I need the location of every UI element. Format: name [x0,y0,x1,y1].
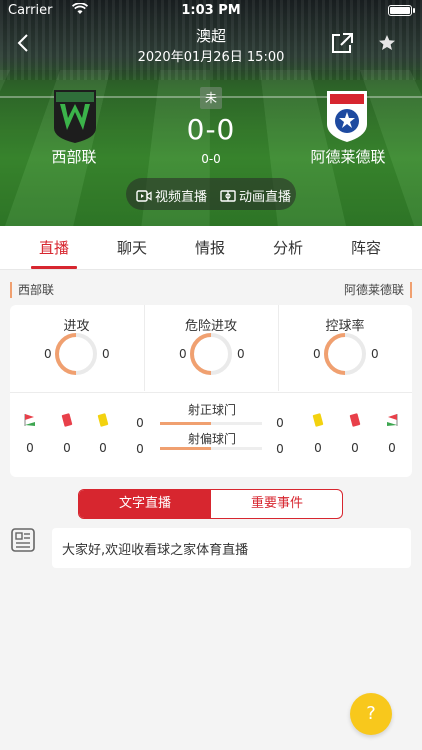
battery-tip [413,8,415,13]
home-red-cards-count: 0 [63,441,71,455]
active-tab-indicator [31,266,77,269]
tab-analysis[interactable]: 分析 [258,237,318,258]
home-yellow-card-icon [97,413,109,427]
commentary-news-icon [11,528,35,552]
shots-off-bar [160,447,262,450]
battery-icon [388,5,412,16]
tab-lineup[interactable]: 阵容 [336,237,396,258]
stats-away-team: 阿德莱德联 [344,282,412,298]
home-corner-flag-icon [24,414,35,426]
stat-attack: 进攻 0 0 [10,305,143,391]
stat-away-value: 0 [237,347,245,361]
match-datetime: 2020年01月26日 15:00 [137,50,285,65]
share-icon[interactable] [330,32,354,54]
tab-live[interactable]: 直播 [24,237,84,258]
live-options: 视频直播 动画直播 [126,178,296,210]
stat-ring [55,333,97,375]
away-corner-flag-icon [387,414,398,426]
shots-on-home: 0 [136,416,144,430]
stats-card: 进攻 0 0 危险进攻 0 0 控球率 0 0 0 0 0 0 0 射正球门 射… [10,305,412,477]
favorite-star-icon[interactable] [377,33,397,53]
stats-team-row: 西部联 阿德莱德联 [10,282,412,300]
commentary-message: 大家好,欢迎收看球之家体育直播 [52,528,411,568]
home-yellow-cards-count: 0 [99,441,107,455]
away-red-cards-count: 0 [351,441,359,455]
status-bar: Carrier 1:03 PM [0,0,422,22]
away-yellow-cards-count: 0 [314,441,322,455]
pitch-icon [220,189,236,202]
away-red-card-icon [349,413,361,427]
league-title: 澳超 [195,27,226,45]
tab-bar: 直播 聊天 情报 分析 阵容 [0,226,422,270]
video-live-label: 视频直播 [155,190,208,205]
tab-chat[interactable]: 聊天 [102,237,162,258]
clock: 1:03 PM [181,3,241,18]
match-status-badge: 未 [200,87,222,109]
shots-off-home: 0 [136,442,144,456]
shots-on-bar [160,422,262,425]
help-button[interactable]: ? [350,693,392,735]
stats-divider [10,392,412,393]
stat-away-value: 0 [371,347,379,361]
half-time-score: 0-0 [201,152,221,166]
animation-live-button[interactable]: 动画直播 [220,186,291,205]
stat-dangerous-attack: 危险进攻 0 0 [144,305,277,391]
stat-ring [324,333,366,375]
home-corners-count: 0 [26,441,34,455]
text-live-tab[interactable]: 文字直播 [79,490,211,518]
shots-off-label: 射偏球门 [187,432,236,446]
video-live-button[interactable]: 视频直播 [136,186,207,205]
tab-intel[interactable]: 情报 [180,237,240,258]
stats-home-team: 西部联 [10,282,54,298]
stat-home-value: 0 [44,347,52,361]
home-red-card-icon [61,413,73,427]
stat-away-value: 0 [102,347,110,361]
animation-live-label: 动画直播 [239,190,292,205]
away-yellow-card-icon [312,413,324,427]
match-score: 0-0 [186,113,236,146]
stat-possession: 控球率 0 0 [278,305,411,391]
stat-home-value: 0 [313,347,321,361]
shots-on-label: 射正球门 [187,403,236,417]
video-icon [136,189,152,202]
key-events-tab[interactable]: 重要事件 [211,490,342,518]
away-corners-count: 0 [388,441,396,455]
shots-on-away: 0 [276,416,284,430]
stat-ring [190,333,232,375]
shots-off-away: 0 [276,442,284,456]
stat-home-value: 0 [179,347,187,361]
commentary-segment: 文字直播 重要事件 [78,489,343,519]
